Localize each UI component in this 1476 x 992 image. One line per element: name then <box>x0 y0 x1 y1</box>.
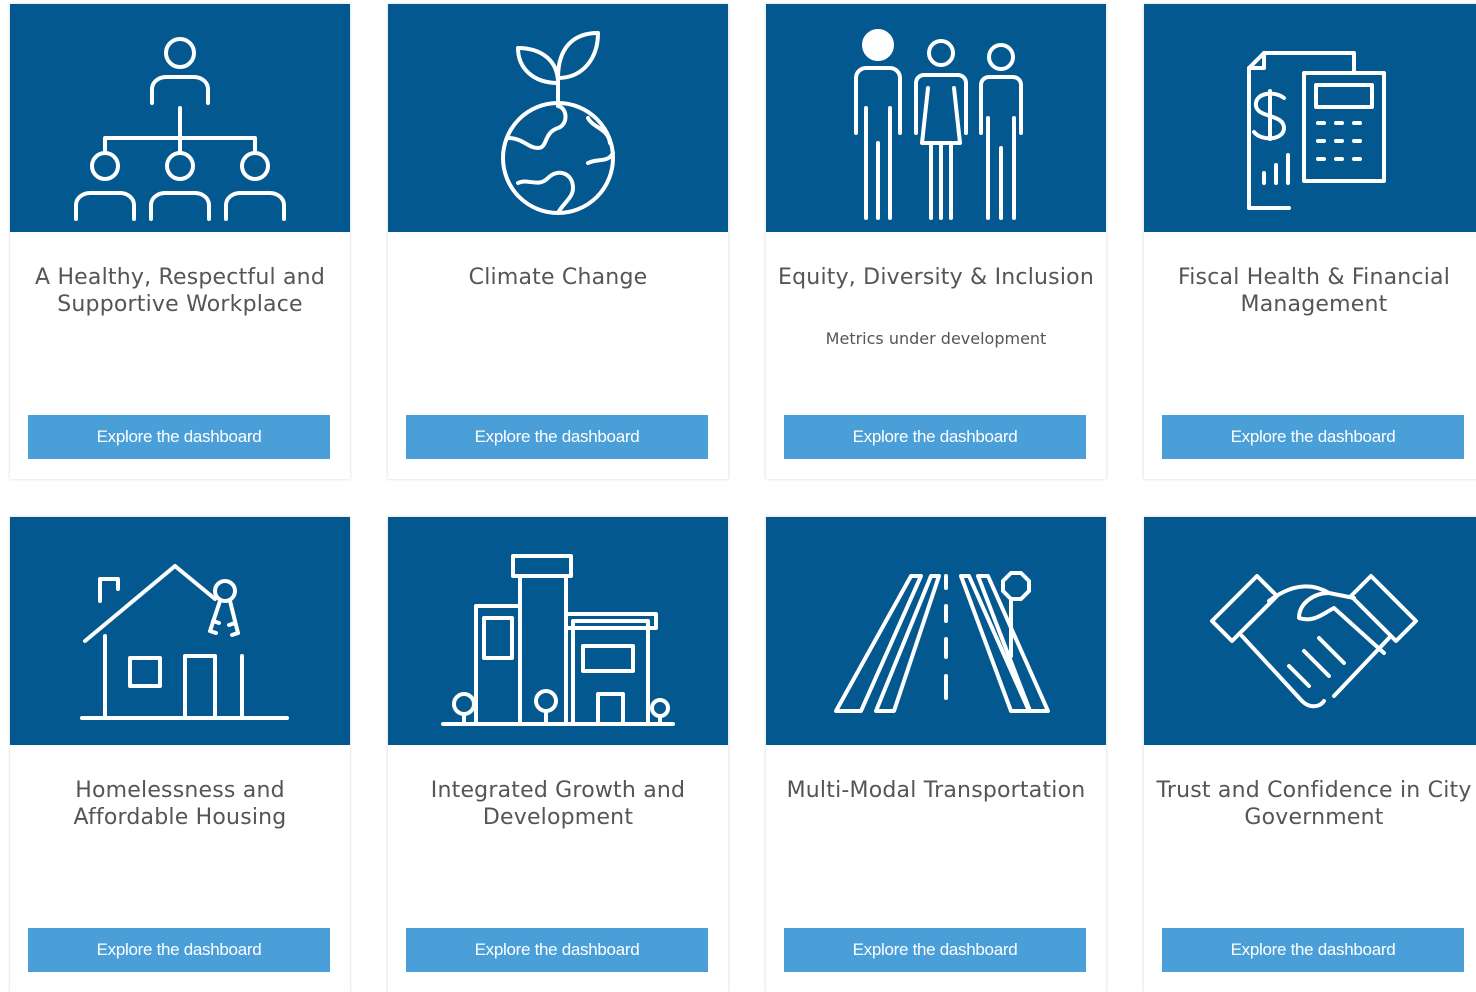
road-icon <box>834 571 1050 713</box>
plant-globe-icon <box>501 31 615 215</box>
explore-dashboard-button[interactable]: Explore the dashboard <box>28 928 330 972</box>
card-banner <box>388 517 728 745</box>
card-title: Climate Change <box>468 265 648 290</box>
explore-dashboard-button[interactable]: Explore the dashboard <box>1162 928 1464 972</box>
finance-calculator-icon <box>1247 51 1386 210</box>
explore-dashboard-button[interactable]: Explore the dashboard <box>784 415 1086 459</box>
card-climate-change: Climate Change Explore the dashboard <box>388 4 728 479</box>
house-keys-icon <box>80 564 289 720</box>
explore-dashboard-button[interactable]: Explore the dashboard <box>28 415 330 459</box>
card-banner <box>1144 4 1476 232</box>
explore-dashboard-button[interactable]: Explore the dashboard <box>784 928 1086 972</box>
card-banner <box>1144 517 1476 745</box>
card-title: A Healthy, Respectful and Supportive Wor… <box>35 265 325 317</box>
card-fiscal-health: Fiscal Health & Financial Management Exp… <box>1144 4 1476 479</box>
card-subtitle: Metrics under development <box>825 329 1047 348</box>
card-title: Multi-Modal Transportation <box>786 778 1086 803</box>
card-title: Fiscal Health & Financial Management <box>1177 265 1451 317</box>
card-banner <box>388 4 728 232</box>
card-title: Trust and Confidence in City Government <box>1156 778 1472 830</box>
card-equity-diversity: Equity, Diversity & Inclusion Metrics un… <box>766 4 1106 479</box>
card-trust-confidence: Trust and Confidence in City Government … <box>1144 517 1476 992</box>
handshake-icon <box>1210 574 1418 709</box>
card-title: Homelessness and Affordable Housing <box>73 778 287 830</box>
org-chart-icon <box>74 37 286 221</box>
card-title: Equity, Diversity & Inclusion <box>778 265 1094 290</box>
card-multi-modal-transportation: Multi-Modal Transportation Explore the d… <box>766 517 1106 992</box>
explore-dashboard-button[interactable]: Explore the dashboard <box>406 928 708 972</box>
card-integrated-growth: Integrated Growth and Development Explor… <box>388 517 728 992</box>
card-banner <box>766 4 1106 232</box>
card-title: Integrated Growth and Development <box>430 778 686 830</box>
people-group-icon <box>854 29 1023 220</box>
card-banner <box>766 517 1106 745</box>
card-banner <box>10 4 350 232</box>
explore-dashboard-button[interactable]: Explore the dashboard <box>1162 415 1464 459</box>
explore-dashboard-button[interactable]: Explore the dashboard <box>406 415 708 459</box>
card-homelessness-housing: Homelessness and Affordable Housing Expl… <box>10 517 350 992</box>
card-banner <box>10 517 350 745</box>
city-buildings-icon <box>441 554 675 726</box>
card-healthy-workplace: A Healthy, Respectful and Supportive Wor… <box>10 4 350 479</box>
